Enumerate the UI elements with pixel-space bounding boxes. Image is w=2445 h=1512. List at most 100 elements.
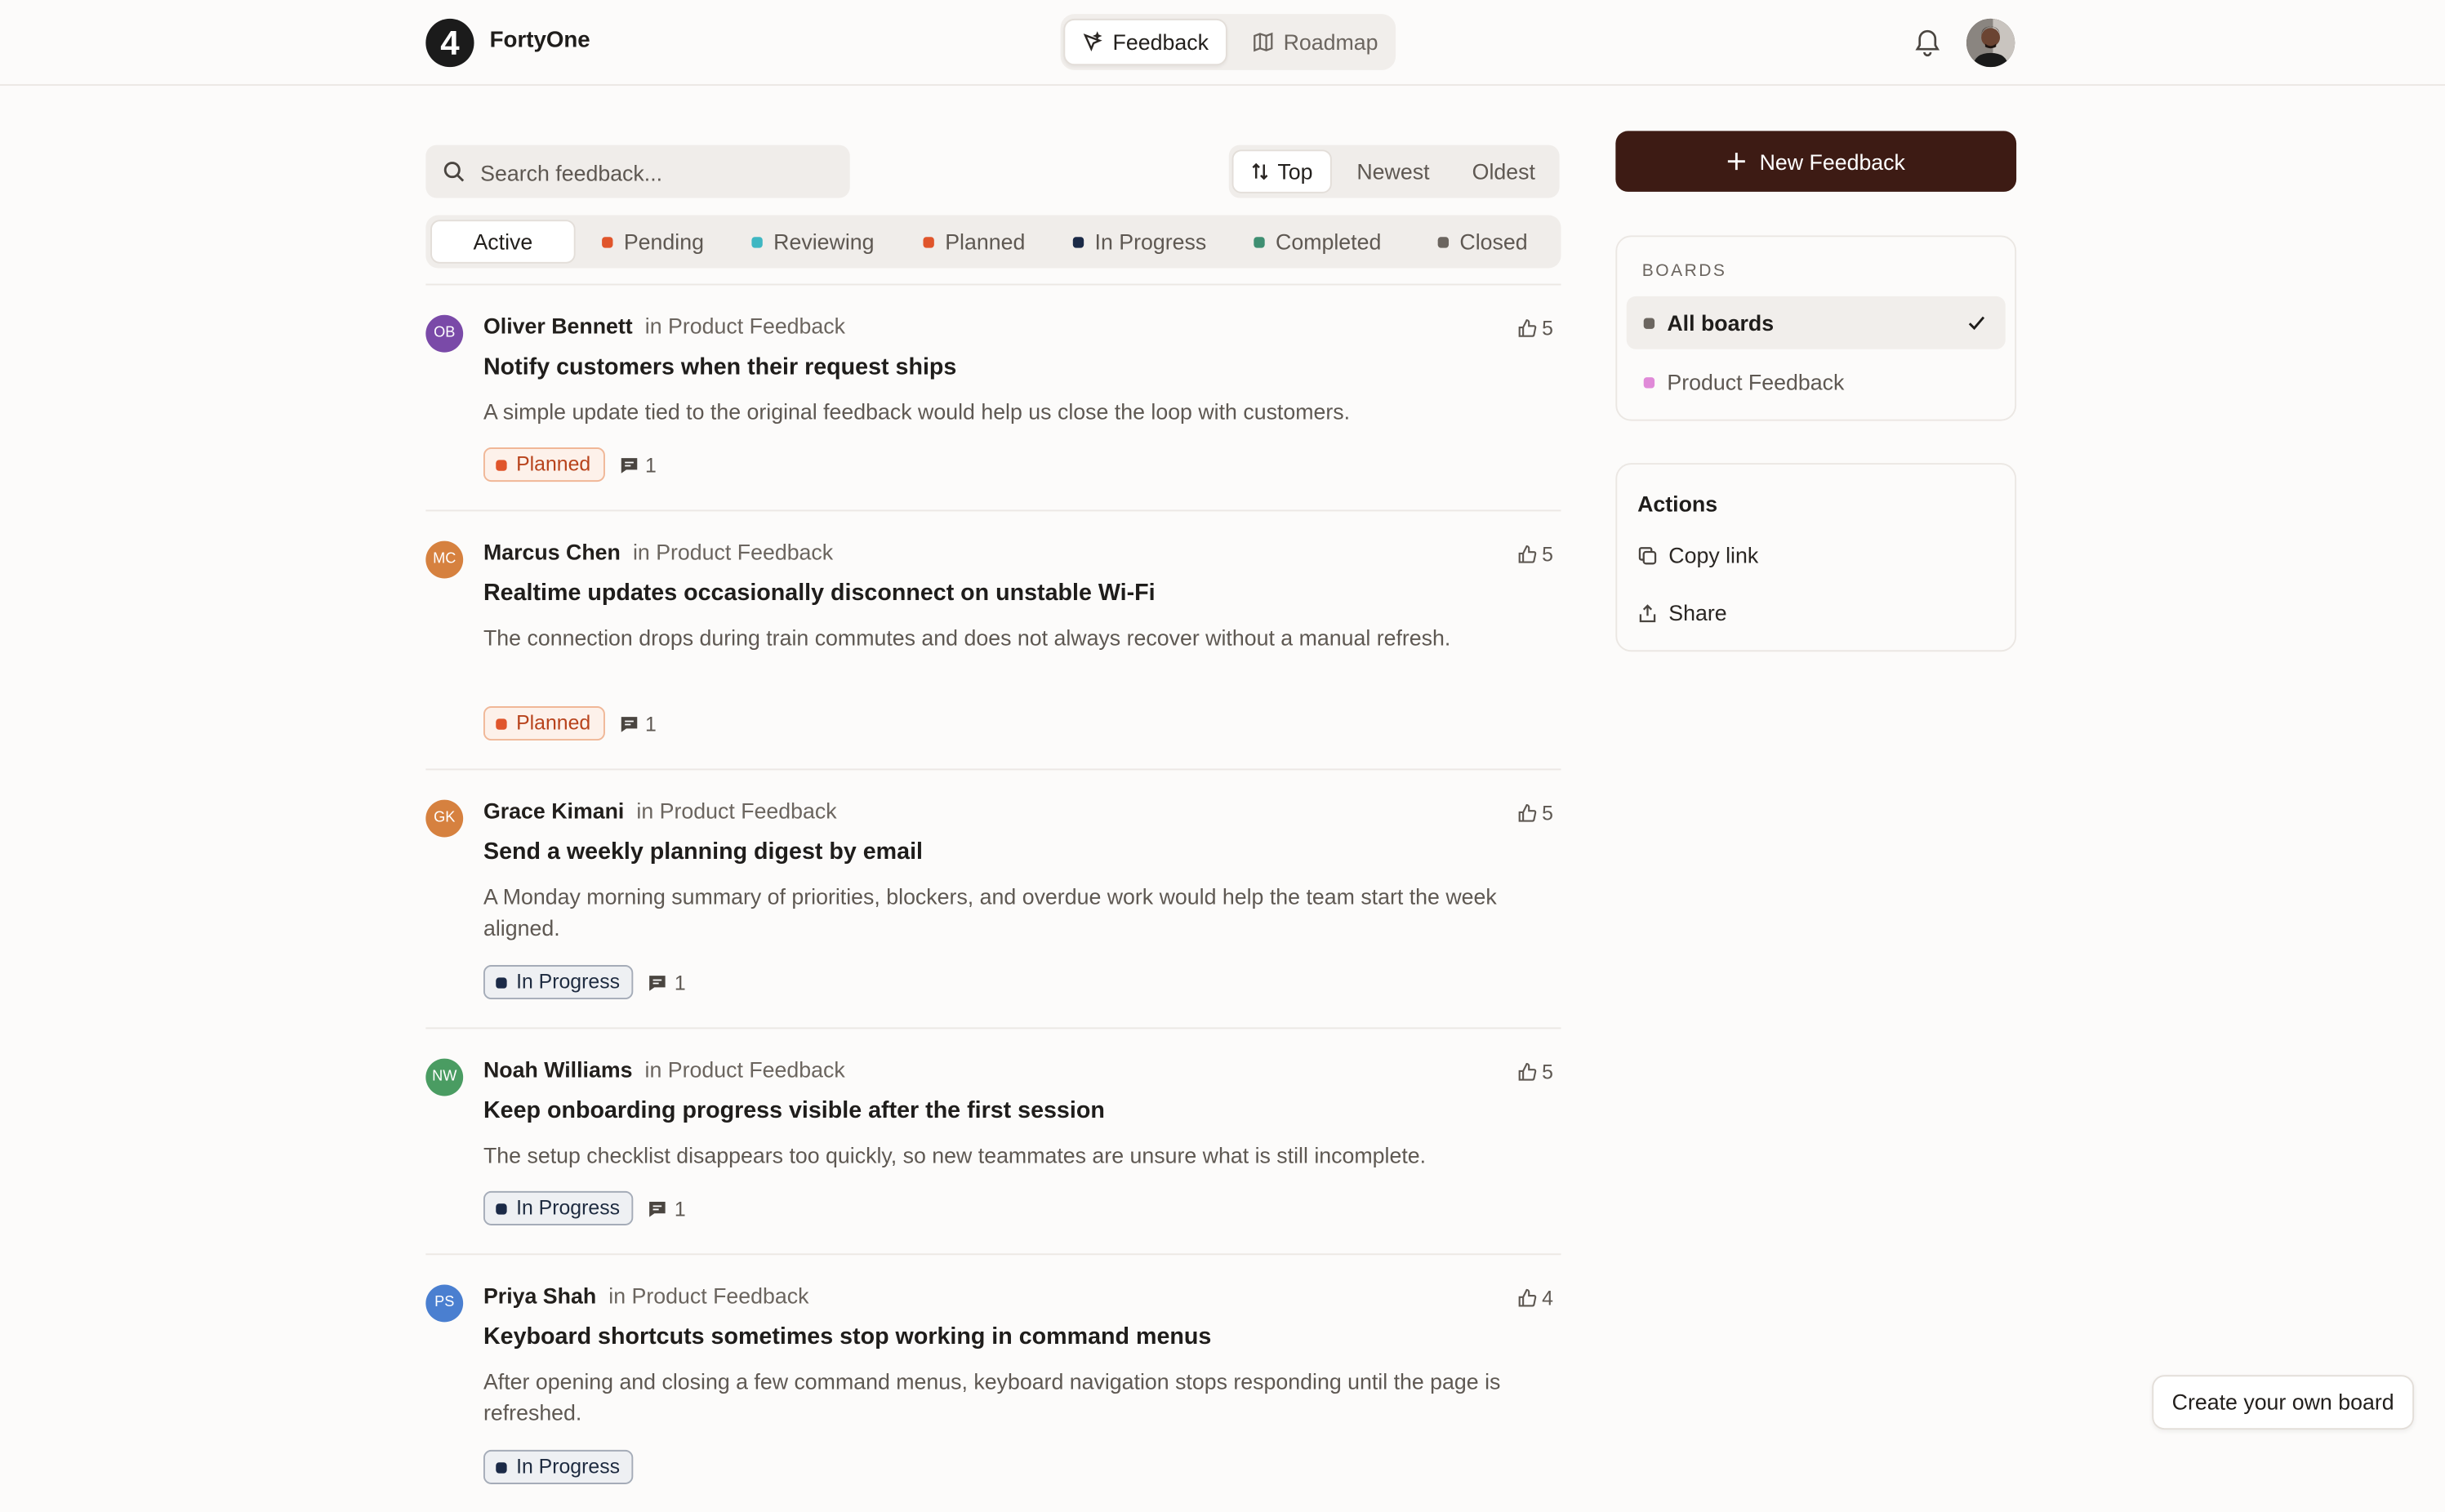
new-feedback-button[interactable]: New Feedback: [1615, 131, 2017, 192]
feedback-title[interactable]: Realtime updates occasionally disconnect…: [483, 580, 1156, 606]
status-dot: [923, 236, 934, 247]
author-avatar: OB: [425, 314, 464, 353]
status-label: In Progress: [516, 969, 621, 994]
feedback-description: A simple update tied to the original fee…: [483, 398, 1351, 425]
filter-in-progress-label: In Progress: [1094, 229, 1207, 255]
filter-planned[interactable]: Planned: [923, 220, 1025, 263]
status-dot: [751, 236, 763, 247]
upvote-button[interactable]: 5: [1517, 542, 1553, 567]
copy-link-label: Copy link: [1668, 542, 1759, 568]
copy-link-action[interactable]: Copy link: [1637, 542, 1759, 568]
status-badge: Planned: [483, 447, 605, 483]
board-name: Product Feedback: [656, 539, 834, 565]
share-action[interactable]: Share: [1637, 600, 1727, 625]
feedback-item[interactable]: OB Oliver Bennett in Product Feedback 5 …: [425, 285, 1561, 512]
thumbs-up-icon: [1518, 319, 1536, 337]
filter-active[interactable]: Active: [430, 220, 576, 264]
search-input[interactable]: [477, 145, 843, 202]
tab-roadmap[interactable]: Roadmap: [1235, 19, 1395, 65]
comment-icon: [650, 1201, 666, 1216]
filter-pending[interactable]: Pending: [602, 220, 704, 263]
feedback-badges: In Progress 1: [483, 1190, 686, 1225]
feedback-meta: Marcus Chen in Product Feedback: [483, 540, 833, 565]
vote-count: 5: [1542, 801, 1553, 825]
status-label: Planned: [516, 451, 591, 476]
share-label: Share: [1668, 600, 1727, 625]
new-feedback-label: New Feedback: [1759, 149, 1905, 174]
author-name: Grace Kimani: [483, 798, 625, 824]
share-icon: [1639, 603, 1656, 622]
sort-newest-button[interactable]: Newest: [1356, 149, 1429, 193]
upvote-button[interactable]: 5: [1517, 802, 1553, 825]
map-icon: [1254, 32, 1273, 52]
sort-oldest-button[interactable]: Oldest: [1472, 149, 1535, 193]
comment-count: 1: [619, 452, 657, 477]
feedback-item[interactable]: NW Noah Williams in Product Feedback 5 K…: [425, 1029, 1561, 1256]
board-item-label: All boards: [1667, 310, 1775, 336]
copy-icon: [1638, 546, 1657, 564]
board-item-product-feedback[interactable]: Product Feedback: [1627, 355, 2006, 408]
create-board-button[interactable]: Create your own board: [2152, 1375, 2415, 1430]
thumbs-up-icon: [1518, 545, 1536, 563]
filter-closed[interactable]: Closed: [1437, 220, 1528, 263]
vote-count: 5: [1542, 316, 1553, 340]
upvote-button[interactable]: 5: [1517, 1061, 1553, 1083]
feedback-title[interactable]: Notify customers when their request ship…: [483, 354, 956, 380]
filter-reviewing[interactable]: Reviewing: [751, 220, 875, 263]
feedback-title[interactable]: Keep onboarding progress visible after t…: [483, 1097, 1105, 1123]
feedback-icon: [1083, 31, 1102, 51]
vote-count: 5: [1542, 542, 1553, 567]
feedback-description: The connection drops during train commut…: [483, 625, 1451, 651]
status-dot: [496, 459, 507, 470]
upvote-button[interactable]: 4: [1517, 1286, 1553, 1310]
board-name: Product Feedback: [667, 1056, 845, 1083]
board-color-dot: [1643, 317, 1655, 328]
boards-heading: BOARDS: [1641, 261, 1727, 281]
sort-control: Top Newest Oldest: [1228, 145, 1560, 198]
filter-in-progress[interactable]: In Progress: [1072, 220, 1207, 263]
filter-pending-label: Pending: [623, 229, 704, 255]
main-nav: Feedback Roadmap: [1060, 14, 1396, 70]
status-label: In Progress: [516, 1195, 621, 1220]
fortyone-logo[interactable]: 4: [425, 18, 474, 68]
filter-completed[interactable]: Completed: [1254, 220, 1381, 263]
status-dot: [496, 1203, 507, 1214]
notifications-bell-icon[interactable]: [1912, 26, 1943, 57]
author-name: Priya Shah: [483, 1283, 597, 1309]
tab-feedback[interactable]: Feedback: [1063, 18, 1227, 66]
author-avatar: PS: [425, 1284, 464, 1323]
comment-count-value: 1: [645, 452, 657, 477]
comment-icon: [621, 457, 637, 473]
preposition: in: [608, 1283, 626, 1309]
preposition: in: [632, 539, 650, 565]
search-box: [425, 145, 850, 202]
comment-count-value: 1: [645, 711, 657, 736]
sort-top-button[interactable]: Top: [1231, 149, 1332, 193]
upvote-button[interactable]: 5: [1517, 317, 1553, 340]
user-avatar[interactable]: [1966, 18, 2015, 68]
feedback-badges: In Progress 1: [483, 965, 686, 1000]
tab-roadmap-label: Roadmap: [1283, 29, 1378, 55]
board-item-all-boards[interactable]: All boards: [1626, 296, 2006, 349]
author-name: Oliver Bennett: [483, 313, 633, 339]
feedback-badges: In Progress: [483, 1449, 635, 1484]
feedback-item[interactable]: MC Marcus Chen in Product Feedback 5 Rea…: [425, 511, 1561, 771]
feedback-badges: Planned 1: [483, 447, 657, 483]
feedback-title[interactable]: Keyboard shortcuts sometimes stop workin…: [483, 1323, 1211, 1350]
comment-count: 1: [648, 971, 686, 994]
feedback-title[interactable]: Send a weekly planning digest by email: [483, 838, 923, 865]
board-item-label: Product Feedback: [1667, 369, 1845, 395]
board-name: Product Feedback: [659, 798, 837, 824]
feedback-list: OB Oliver Bennett in Product Feedback 5 …: [425, 283, 1561, 1512]
filter-closed-label: Closed: [1459, 229, 1528, 255]
author-avatar: GK: [425, 799, 464, 838]
filter-planned-label: Planned: [945, 229, 1026, 255]
feedback-item[interactable]: GK Grace Kimani in Product Feedback 5 Se…: [425, 770, 1561, 1029]
board-color-dot: [1643, 376, 1655, 388]
status-badge: In Progress: [483, 1449, 635, 1484]
feedback-description: The setup checklist disappears too quick…: [483, 1142, 1427, 1168]
brand-name[interactable]: FortyOne: [490, 28, 590, 53]
plus-icon: [1728, 153, 1746, 171]
board-name: Product Feedback: [631, 1283, 809, 1309]
feedback-item[interactable]: PS Priya Shah in Product Feedback 4 Keyb…: [425, 1255, 1561, 1512]
